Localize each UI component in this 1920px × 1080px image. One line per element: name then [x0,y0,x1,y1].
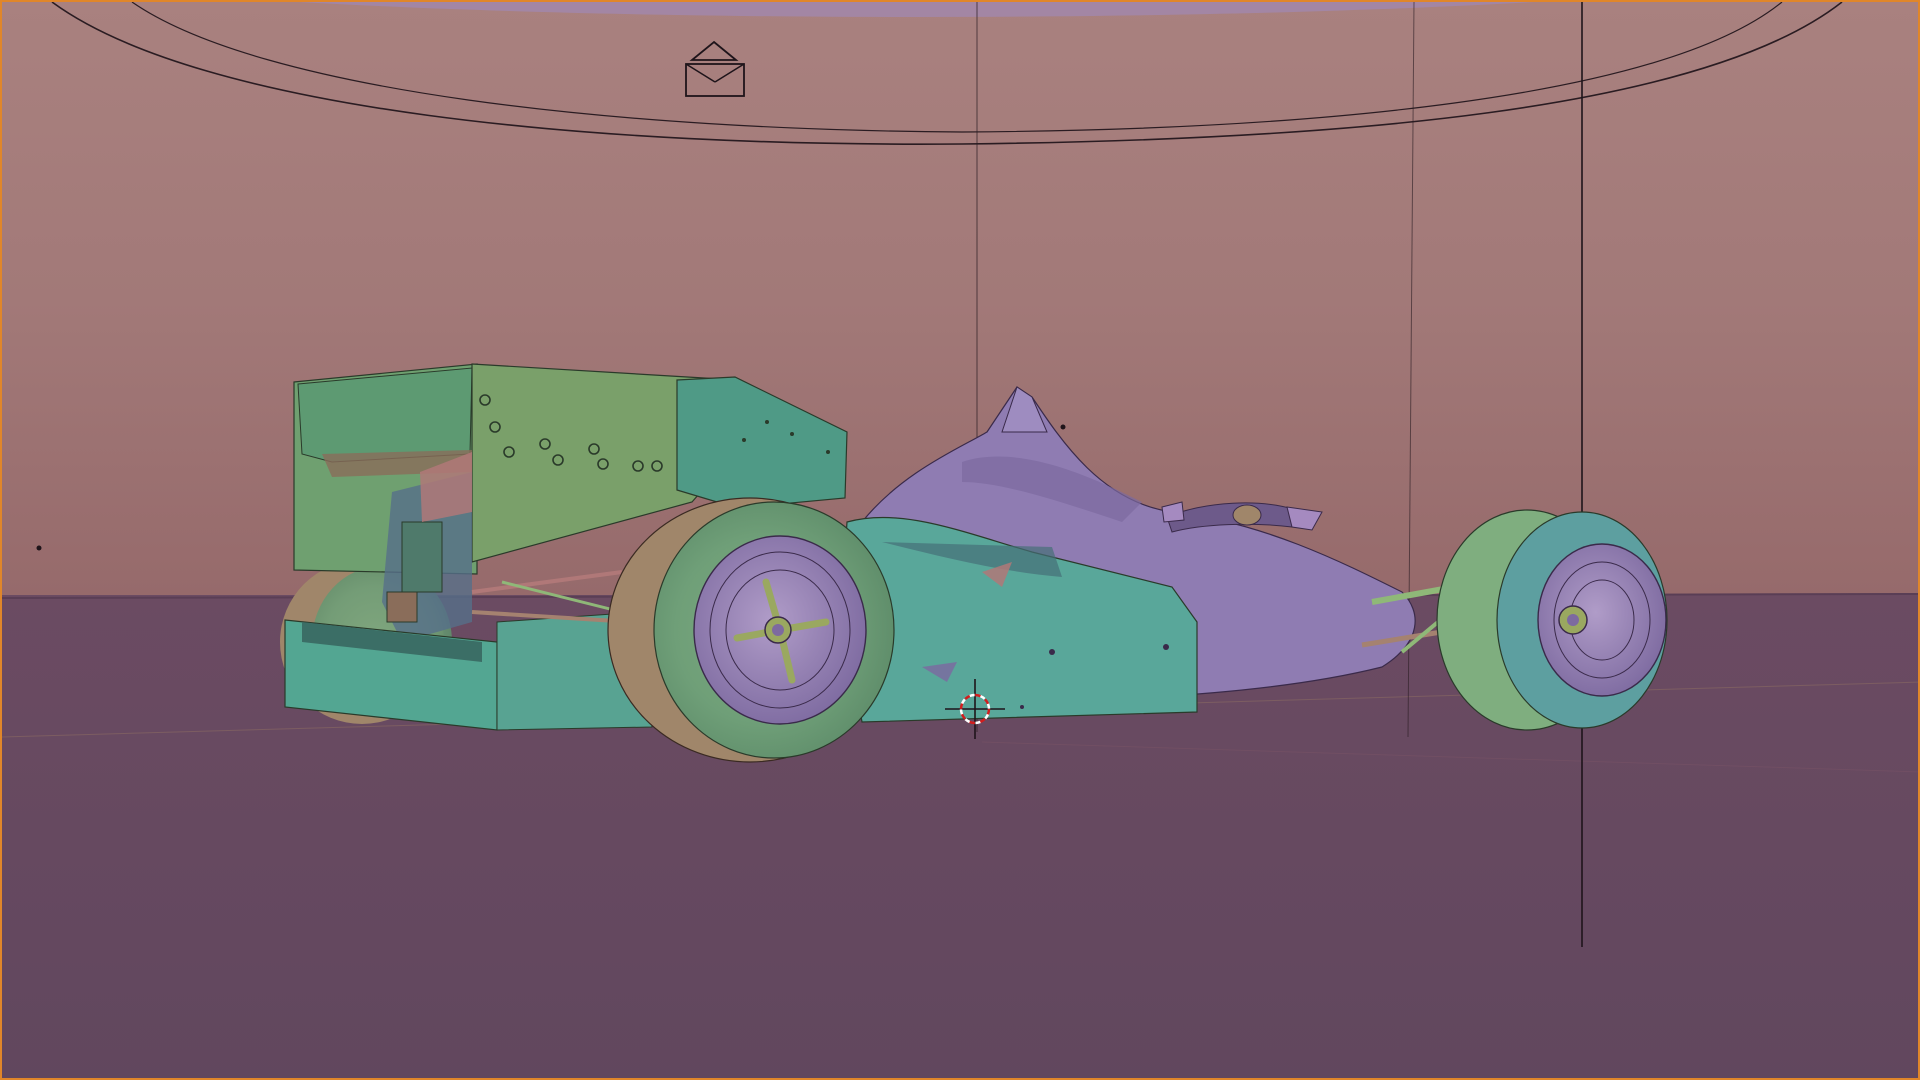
viewport-canvas[interactable] [2,2,1920,1080]
empty-object-icon [1060,424,1066,430]
steering-wheel [1232,504,1262,526]
empty-object-icon [36,545,42,551]
front-wheel-rim [1537,543,1667,697]
3d-viewport[interactable] [0,0,1920,1080]
